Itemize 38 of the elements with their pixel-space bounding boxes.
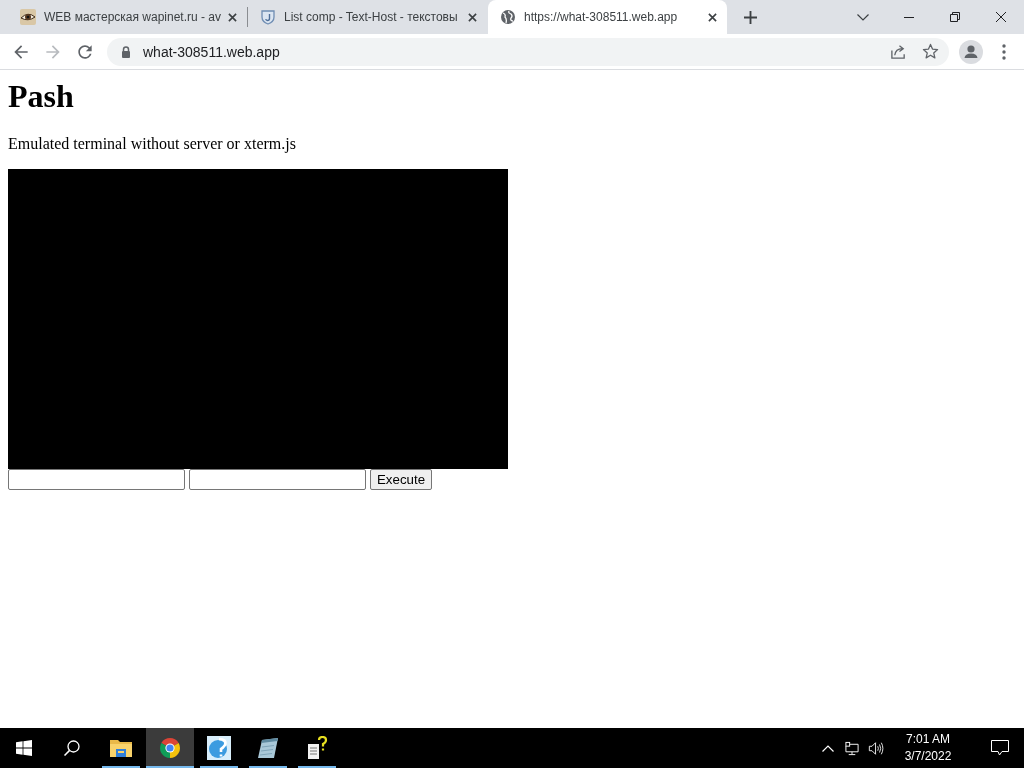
chevron-down-icon [857, 13, 869, 21]
clock-date: 3/7/2022 [904, 749, 952, 764]
speaker-icon [868, 740, 884, 756]
close-icon [996, 12, 1006, 22]
plus-icon [743, 10, 757, 24]
restore-icon [950, 12, 960, 22]
eye-icon [20, 9, 36, 25]
page-heading: Pash [8, 78, 75, 115]
taskbar-app-button[interactable] [146, 728, 194, 768]
speech-bubble-icon [991, 740, 1009, 756]
shield-icon [260, 9, 276, 25]
windows-logo-icon [16, 740, 32, 756]
browser-tab[interactable]: List comp - Text-Host - текстовы [248, 0, 487, 34]
lock-icon [121, 45, 131, 58]
text-input-field[interactable] [8, 469, 185, 490]
share-icon [889, 43, 907, 60]
search-icon [64, 740, 80, 756]
star-icon [921, 43, 939, 60]
minimize-icon [904, 16, 914, 18]
execute-button[interactable]: Execute [370, 469, 433, 490]
chevron-up-icon [822, 744, 834, 752]
close-icon [707, 12, 717, 22]
text-input-field[interactable] [189, 469, 366, 490]
clock-time: 7:01 AM [906, 732, 950, 747]
close-icon [227, 12, 237, 22]
document-question-icon [305, 736, 329, 760]
browser-tab[interactable]: WEB мастерская wapinet.ru - av [8, 0, 247, 34]
description-text: Emulated terminal without server or xterm.js [8, 135, 297, 153]
avatar-icon [959, 39, 983, 64]
network-monitor-icon [844, 740, 860, 756]
globe-icon [500, 9, 516, 25]
close-icon [467, 12, 477, 22]
help-icon [207, 736, 231, 760]
notepad-icon [256, 736, 280, 760]
more-menu-icon [1002, 43, 1006, 60]
address-bar[interactable]: what-308511.web.app [107, 37, 949, 66]
browser-tab[interactable]: https://what-308511.web.app [488, 0, 727, 34]
tricolor-circle-icon [158, 736, 182, 760]
